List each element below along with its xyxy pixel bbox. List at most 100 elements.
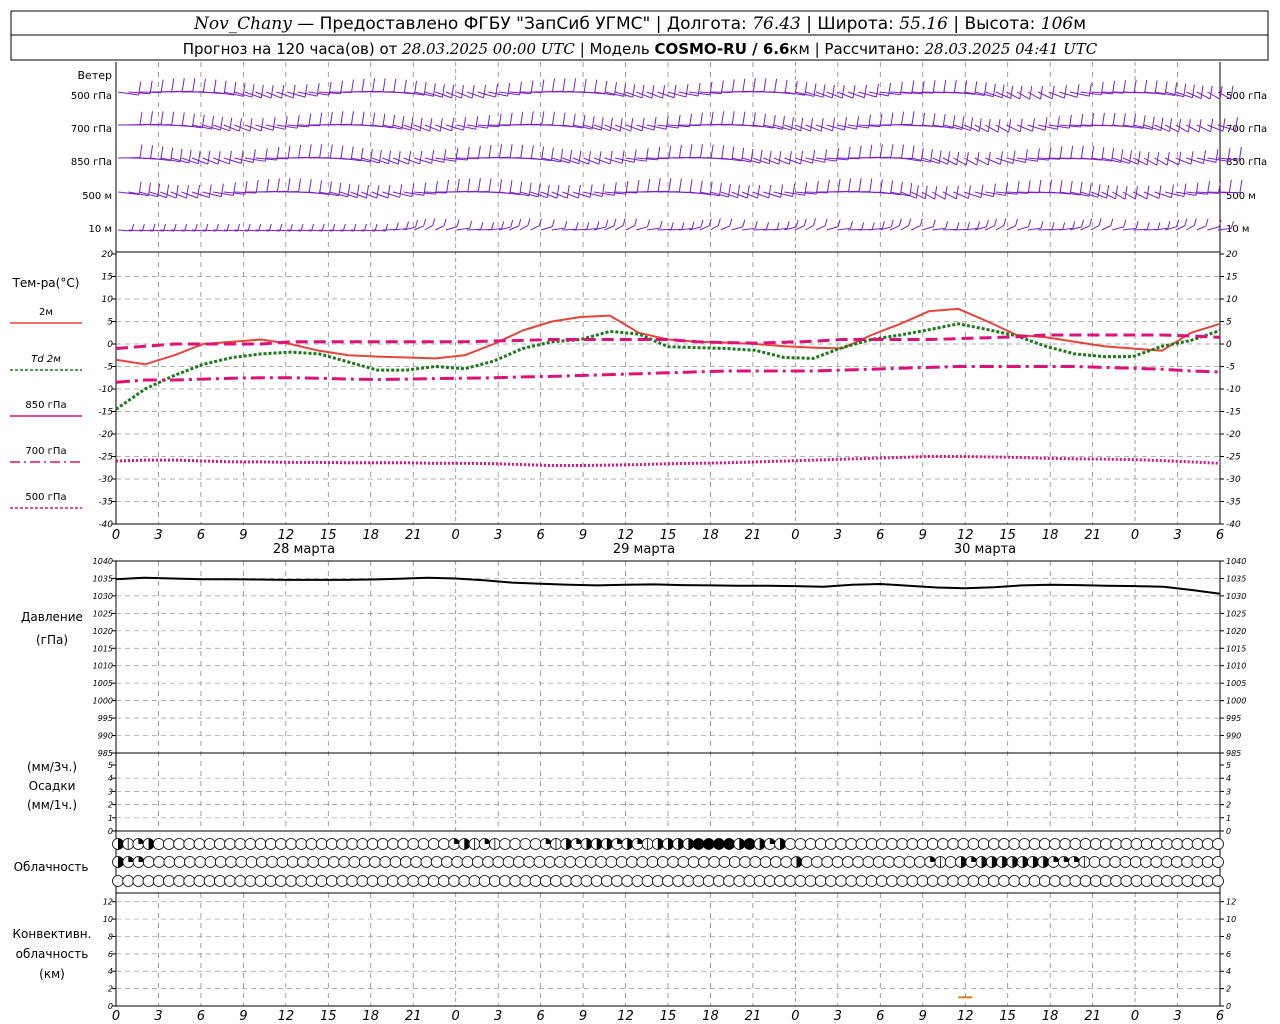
pressure-ytick-label: 1015 [93,644,113,653]
conv-ytick-label-right: 10 [1226,915,1236,924]
wind-barb [942,222,960,231]
cloud-symbol [937,838,949,850]
cloud-circle [438,875,450,887]
cloud-symbol [1037,856,1050,868]
hour-label: 15 [660,528,677,543]
wind-barb [392,183,415,198]
cloud-symbol [286,856,299,868]
cloud-symbol [977,838,990,850]
cloud-symbol [203,875,216,887]
cloud-symbol [590,838,603,850]
cloud-circle [193,875,206,887]
cloud-circle [967,875,980,887]
cloud-circle [399,856,412,868]
wind-barb-flag [376,185,380,199]
wind-barb [1038,116,1060,130]
cloud-symbol [944,856,957,868]
cloud-circle [533,856,546,868]
wind-barb [265,85,285,99]
cloud-circle [317,856,330,868]
wind-barb-flag [181,112,185,126]
hour-label-bottom: 3 [1173,1009,1181,1024]
wind-barb-flag [890,219,894,228]
wind-barb-flag [372,78,376,92]
cloud-circle [438,838,450,850]
cloud-circle [387,875,399,887]
wind-barb [826,85,845,99]
cloud-circle [244,838,257,850]
cloud-circle [183,875,196,887]
cloud-symbol [913,856,926,868]
wind-barb [519,218,531,231]
wind-barb-flag [208,184,212,198]
cloud-circle [1110,838,1123,850]
cloud-circle [356,875,369,887]
cloud-symbol [662,875,674,887]
wind-barb-flag [562,112,566,126]
cloud-symbol [615,856,628,868]
wind-barb-flag [266,178,270,193]
legend-500-label: 500 гПа [25,492,66,503]
cloud-symbol [427,838,440,850]
cloud-symbol [784,875,797,887]
wind-barb-flag [668,178,672,192]
calc-time: 28.03.2025 04:41 UTC [923,40,1097,58]
cloud-circle [519,875,532,887]
cloud-symbol [509,875,522,887]
wind-barb-flag [197,184,201,199]
wind-barb-flag [710,144,714,158]
wind-barb-flag [1169,118,1173,132]
temp-ytick-label: -30 [98,475,113,485]
cloud-circle [825,838,837,850]
wind-barb-flag [240,150,244,164]
cloud-symbol [346,875,359,887]
temp-ytick-label-right: -25 [1226,453,1241,463]
wind-barb-flag [641,84,645,98]
cloud-circle [264,875,277,887]
cloud-circle [821,856,834,868]
cloud-circle [560,875,573,887]
wind-barb-flag [804,82,808,96]
wind-barb-flag [518,218,522,227]
wind-barb-flag [605,219,609,228]
hour-label-bottom: 15 [999,1009,1016,1024]
wind-barb [1196,149,1219,163]
temp-ytick-label: -25 [98,453,113,463]
hour-label: 15 [320,528,337,543]
cloud-symbol [702,875,715,887]
cloud-symbol [916,875,929,887]
conv-ytick-label: 12 [103,898,113,907]
wind-barb-flag [1122,113,1126,127]
pressure-title: Давление [21,610,83,624]
cloud-symbol [502,856,515,868]
cloud-circle [461,856,474,868]
hour-label: 21 [1084,528,1101,543]
cloud-symbol [539,875,552,887]
wind-barb-flag [467,178,471,192]
wind-barb-flag [837,178,841,192]
precip-panel: (мм/3ч.) Осадки (мм/1ч.) [27,760,77,812]
cloud-circle [1119,856,1132,868]
wind-barb-flag [319,144,323,158]
wind-barb-flag [399,184,403,198]
wind-barb-flag [520,144,524,158]
cloud-symbol [996,856,1009,868]
cloud-circle [264,838,277,850]
cloud-circle [667,856,680,868]
conv-title-2: облачность [16,947,89,961]
cloud-circle [225,856,237,868]
cloud-circle [213,875,226,887]
wind-barb-shaft [1186,224,1195,231]
cloud-symbol [458,838,471,850]
cloud-symbol [305,838,318,850]
cloud-circle [937,875,949,887]
cloud-circle [379,856,392,868]
cloud-circle [631,875,644,887]
cloud-symbol [1110,838,1123,850]
cloud-symbol [295,838,308,850]
cloud-symbol [1016,856,1029,868]
wind-barb [837,116,860,130]
wind-barb-flag [150,145,154,159]
cloud-symbol [399,856,412,868]
conv-ytick-label-right: 0 [1226,1002,1231,1011]
